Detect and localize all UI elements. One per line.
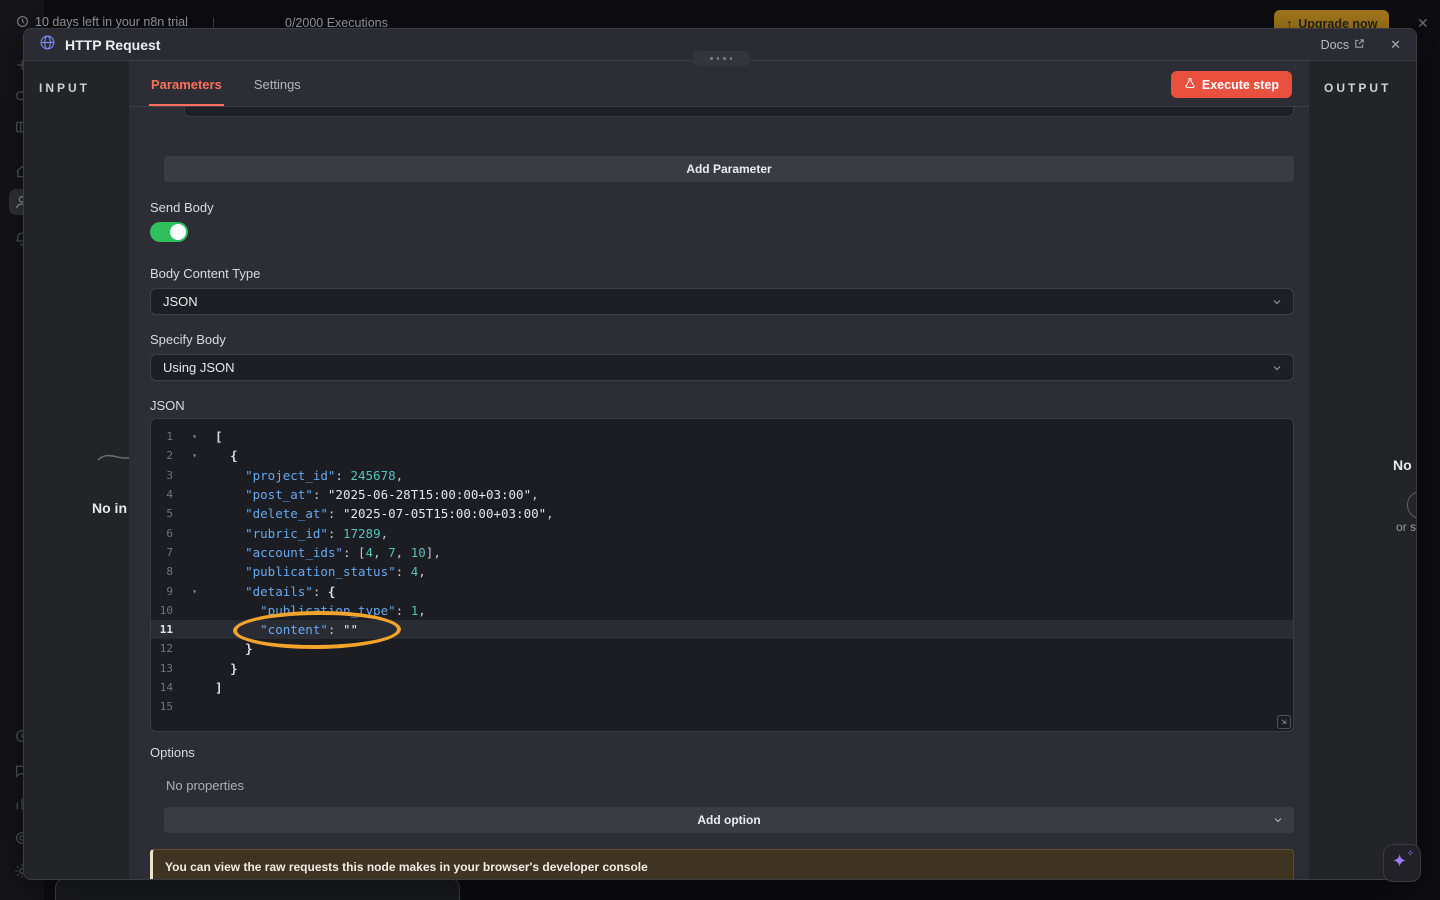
chevron-down-icon	[1271, 362, 1283, 374]
http-request-modal: HTTP Request Docs ✕ INPUT No in Paramete…	[23, 28, 1417, 880]
specify-body-label: Specify Body	[150, 332, 226, 347]
add-parameter-button[interactable]: Add Parameter	[164, 156, 1294, 182]
code-line-13[interactable]: 13 }	[151, 659, 1293, 678]
docs-link[interactable]: Docs	[1321, 38, 1365, 52]
code-line-1[interactable]: 1▾[	[151, 427, 1293, 446]
editor-resize-handle[interactable]: ⇲	[1277, 715, 1291, 729]
parameter-value-field[interactable]	[184, 107, 1294, 117]
tab-parameters[interactable]: Parameters	[149, 77, 224, 106]
body-content-type-label: Body Content Type	[150, 266, 260, 281]
code-line-7[interactable]: 7 "account_ids": [4, 7, 10],	[151, 543, 1293, 562]
json-editor[interactable]: 1▾[2▾ {3 "project_id": 245678,4 "post_at…	[150, 418, 1294, 732]
code-lines: 1▾[2▾ {3 "project_id": 245678,4 "post_at…	[151, 427, 1293, 716]
input-panel-label: INPUT	[39, 81, 90, 95]
fold-arrow-icon: ▾	[173, 451, 203, 460]
sparkle-icon: ✦	[1392, 852, 1407, 870]
json-label: JSON	[150, 398, 185, 413]
dev-console-notice: You can view the raw requests this node …	[150, 849, 1294, 879]
add-option-button[interactable]: Add option	[164, 807, 1294, 833]
code-line-5[interactable]: 5 "delete_at": "2025-07-05T15:00:00+03:0…	[151, 504, 1293, 523]
background-panel	[55, 878, 460, 900]
output-empty-text: No	[1393, 457, 1412, 473]
send-body-label: Send Body	[150, 200, 214, 215]
flask-icon	[1184, 77, 1196, 92]
code-line-14[interactable]: 14]	[151, 678, 1293, 697]
code-line-11[interactable]: 11 "content": ""	[151, 620, 1293, 639]
send-body-toggle[interactable]	[150, 222, 188, 242]
input-empty-text: No in	[92, 500, 127, 516]
sparkle-small-icon: ✧	[1406, 849, 1414, 858]
options-label: Options	[150, 745, 195, 760]
fold-arrow-icon: ▾	[173, 587, 203, 596]
body-content-type-select[interactable]: JSON	[150, 288, 1294, 315]
topbar-separator: |	[212, 15, 215, 29]
output-partial-button[interactable]	[1407, 491, 1416, 519]
ai-assistant-button[interactable]: ✦ ✧	[1383, 844, 1421, 882]
output-secondary-text: or s	[1396, 520, 1416, 534]
code-line-3[interactable]: 3 "project_id": 245678,	[151, 466, 1293, 485]
close-icon[interactable]: ✕	[1390, 37, 1401, 53]
tab-settings[interactable]: Settings	[252, 77, 303, 106]
output-panel: OUTPUT No or s	[1309, 61, 1416, 879]
modal-body: INPUT No in Parameters Settings Execute …	[24, 61, 1416, 879]
specify-body-select[interactable]: Using JSON	[150, 354, 1294, 381]
parameters-scroll-area[interactable]: Add Parameter Send Body Body Content Typ…	[129, 107, 1309, 879]
background-close-icon[interactable]: ✕	[1417, 15, 1429, 32]
output-panel-label: OUTPUT	[1324, 81, 1391, 95]
external-link-icon	[1354, 38, 1365, 52]
node-settings-header: Parameters Settings Execute step	[129, 61, 1309, 107]
node-settings-panel: Parameters Settings Execute step Add Par…	[129, 61, 1309, 879]
connection-wire	[96, 446, 129, 466]
chevron-down-icon	[1271, 296, 1283, 308]
execute-step-button[interactable]: Execute step	[1171, 71, 1292, 98]
modal-title: HTTP Request	[65, 37, 160, 53]
code-line-12[interactable]: 12 }	[151, 639, 1293, 658]
drag-handle[interactable]	[693, 51, 749, 66]
no-properties-text: No properties	[166, 778, 244, 793]
fold-arrow-icon: ▾	[173, 432, 203, 441]
code-line-6[interactable]: 6 "rubric_id": 17289,	[151, 523, 1293, 542]
code-line-10[interactable]: 10 "publication_type": 1,	[151, 601, 1293, 620]
input-panel: INPUT No in	[24, 61, 129, 879]
globe-icon	[39, 34, 56, 56]
code-line-8[interactable]: 8 "publication_status": 4,	[151, 562, 1293, 581]
code-line-2[interactable]: 2▾ {	[151, 446, 1293, 465]
code-line-15[interactable]: 15	[151, 697, 1293, 716]
code-line-9[interactable]: 9▾ "details": {	[151, 581, 1293, 600]
code-line-4[interactable]: 4 "post_at": "2025-06-28T15:00:00+03:00"…	[151, 485, 1293, 504]
chevron-down-icon	[1272, 814, 1284, 826]
toggle-knob	[170, 224, 186, 240]
